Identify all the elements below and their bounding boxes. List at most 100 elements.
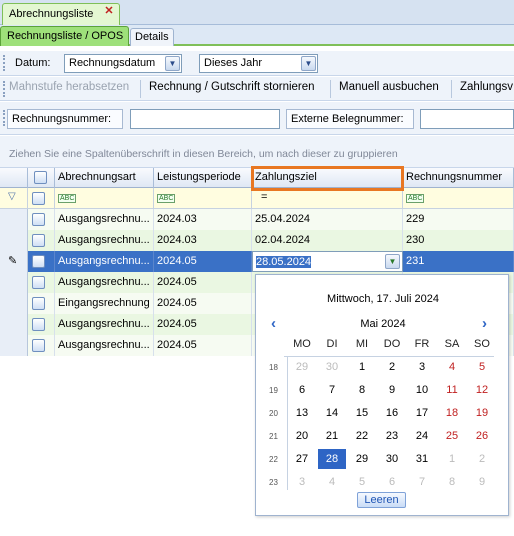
filter-cell-rechnungsnummer[interactable]: ABC — [403, 188, 514, 209]
column-header-leistungsperiode[interactable]: Leistungsperiode — [154, 168, 252, 188]
zahlung-button[interactable]: Zahlungsv — [460, 81, 513, 97]
text-filter-icon[interactable]: ABC — [157, 194, 176, 203]
text-filter-icon[interactable]: ABC — [406, 194, 425, 203]
calendar-day[interactable]: 25 — [438, 426, 466, 446]
manuell-ausbuchen-button[interactable]: Manuell ausbuchen — [339, 81, 439, 97]
row-checkbox-cell[interactable] — [28, 272, 55, 293]
calendar-day[interactable]: 26 — [468, 426, 496, 446]
table-row[interactable]: Ausgangsrechnu... 2024.03 25.04.2024 229 — [0, 209, 514, 230]
clear-button[interactable]: Leeren — [357, 492, 406, 508]
toolbar-grip-icon[interactable] — [3, 110, 6, 126]
column-header-abrechnungsart[interactable]: Abrechnungsart — [55, 168, 154, 188]
column-header-rechnungsnummer[interactable]: Rechnungsnummer — [403, 168, 514, 188]
calendar-day[interactable]: 18 — [438, 403, 466, 423]
calendar-day[interactable]: 7 — [408, 472, 436, 492]
row-checkbox[interactable] — [32, 276, 45, 289]
row-checkbox-cell[interactable] — [28, 335, 55, 356]
row-indicator[interactable] — [0, 272, 28, 293]
cell-periode[interactable]: 2024.05 — [154, 314, 252, 335]
calendar-day[interactable]: 5 — [348, 472, 376, 492]
calendar-day[interactable]: 21 — [318, 426, 346, 446]
calendar-day[interactable]: 10 — [408, 380, 436, 400]
toolbar-grip-icon[interactable] — [3, 81, 6, 97]
cell-ziel[interactable]: 02.04.2024 — [252, 230, 403, 251]
filter-cell-zahlungsziel[interactable]: = — [252, 188, 403, 209]
chevron-right-icon[interactable]: › — [482, 315, 487, 332]
row-indicator[interactable] — [0, 230, 28, 251]
calendar-day[interactable]: 2 — [378, 357, 406, 377]
calendar-day[interactable]: 28 — [318, 449, 346, 469]
row-checkbox[interactable] — [32, 213, 45, 226]
tab-details[interactable]: Details — [130, 28, 174, 46]
cell-periode[interactable]: 2024.05 — [154, 335, 252, 356]
cell-ziel[interactable]: 28.05.2024 ▼ — [252, 251, 403, 272]
mahnstufe-button[interactable]: Mahnstufe herabsetzen — [9, 81, 129, 97]
rechnungsnummer-input[interactable] — [130, 109, 280, 129]
calendar-day[interactable]: 15 — [348, 403, 376, 423]
calendar-day[interactable]: 13 — [288, 403, 316, 423]
equals-filter-icon[interactable]: = — [261, 191, 267, 203]
calendar-day[interactable]: 23 — [378, 426, 406, 446]
cell-art[interactable]: Ausgangsrechnu... — [55, 230, 154, 251]
calendar-day[interactable]: 30 — [318, 357, 346, 377]
calendar-day[interactable]: 16 — [378, 403, 406, 423]
row-indicator[interactable]: ✎ — [0, 251, 28, 272]
close-icon[interactable]: ✕ — [103, 5, 115, 17]
chevron-down-icon[interactable]: ▼ — [165, 56, 180, 71]
calendar-day[interactable]: 31 — [408, 449, 436, 469]
row-checkbox[interactable] — [32, 297, 45, 310]
calendar-day[interactable]: 30 — [378, 449, 406, 469]
cell-art[interactable]: Ausgangsrechnu... — [55, 314, 154, 335]
cell-nummer[interactable]: 229 — [403, 209, 514, 230]
row-checkbox-cell[interactable] — [28, 314, 55, 335]
calendar-day[interactable]: 3 — [288, 472, 316, 492]
tab-rechnungsliste[interactable]: Rechnungsliste / OPOS — [0, 26, 129, 46]
row-checkbox-cell[interactable] — [28, 251, 55, 272]
filter-cell-abrechnungsart[interactable]: ABC — [55, 188, 154, 209]
row-checkbox-cell[interactable] — [28, 293, 55, 314]
calendar-day[interactable]: 1 — [438, 449, 466, 469]
row-checkbox-cell[interactable] — [28, 230, 55, 251]
externe-belegnummer-input[interactable] — [420, 109, 514, 129]
row-indicator[interactable] — [0, 314, 28, 335]
row-checkbox[interactable] — [32, 339, 45, 352]
calendar-day[interactable]: 3 — [408, 357, 436, 377]
calendar-day[interactable]: 20 — [288, 426, 316, 446]
calendar-day[interactable]: 22 — [348, 426, 376, 446]
today-label[interactable]: Mittwoch, 17. Juli 2024 — [256, 293, 510, 305]
toolbar-grip-icon[interactable] — [3, 55, 6, 71]
cell-periode[interactable]: 2024.05 — [154, 272, 252, 293]
cell-periode[interactable]: 2024.05 — [154, 251, 252, 272]
storno-button[interactable]: Rechnung / Gutschrift stornieren — [149, 81, 315, 97]
row-indicator[interactable] — [0, 293, 28, 314]
group-panel[interactable]: Ziehen Sie eine Spaltenüberschrift in di… — [0, 136, 514, 168]
calendar-day[interactable]: 12 — [468, 380, 496, 400]
row-checkbox[interactable] — [32, 234, 45, 247]
cell-nummer[interactable]: 230 — [403, 230, 514, 251]
calendar-day[interactable]: 29 — [348, 449, 376, 469]
calendar-day[interactable]: 7 — [318, 380, 346, 400]
cell-periode[interactable]: 2024.05 — [154, 293, 252, 314]
calendar-day[interactable]: 6 — [378, 472, 406, 492]
row-checkbox-cell[interactable] — [28, 209, 55, 230]
calendar-day[interactable]: 9 — [468, 472, 496, 492]
calendar-day[interactable]: 5 — [468, 357, 496, 377]
calendar-day[interactable]: 6 — [288, 380, 316, 400]
cell-nummer[interactable]: 231 — [403, 251, 514, 272]
calendar-day[interactable]: 4 — [318, 472, 346, 492]
filter-cell-leistungsperiode[interactable]: ABC — [154, 188, 252, 209]
row-checkbox[interactable] — [32, 255, 45, 268]
chevron-down-icon[interactable]: ▼ — [385, 254, 400, 269]
chevron-down-icon[interactable]: ▼ — [301, 56, 316, 71]
calendar-day[interactable]: 14 — [318, 403, 346, 423]
cell-art[interactable]: Eingangsrechnung — [55, 293, 154, 314]
calendar-day[interactable]: 24 — [408, 426, 436, 446]
cell-art[interactable]: Ausgangsrechnu... — [55, 335, 154, 356]
calendar-day[interactable]: 4 — [438, 357, 466, 377]
calendar-day[interactable]: 11 — [438, 380, 466, 400]
row-checkbox[interactable] — [32, 318, 45, 331]
calendar-day[interactable]: 19 — [468, 403, 496, 423]
filter-checkbox[interactable] — [32, 192, 45, 205]
calendar-day[interactable]: 8 — [348, 380, 376, 400]
calendar-day[interactable]: 8 — [438, 472, 466, 492]
